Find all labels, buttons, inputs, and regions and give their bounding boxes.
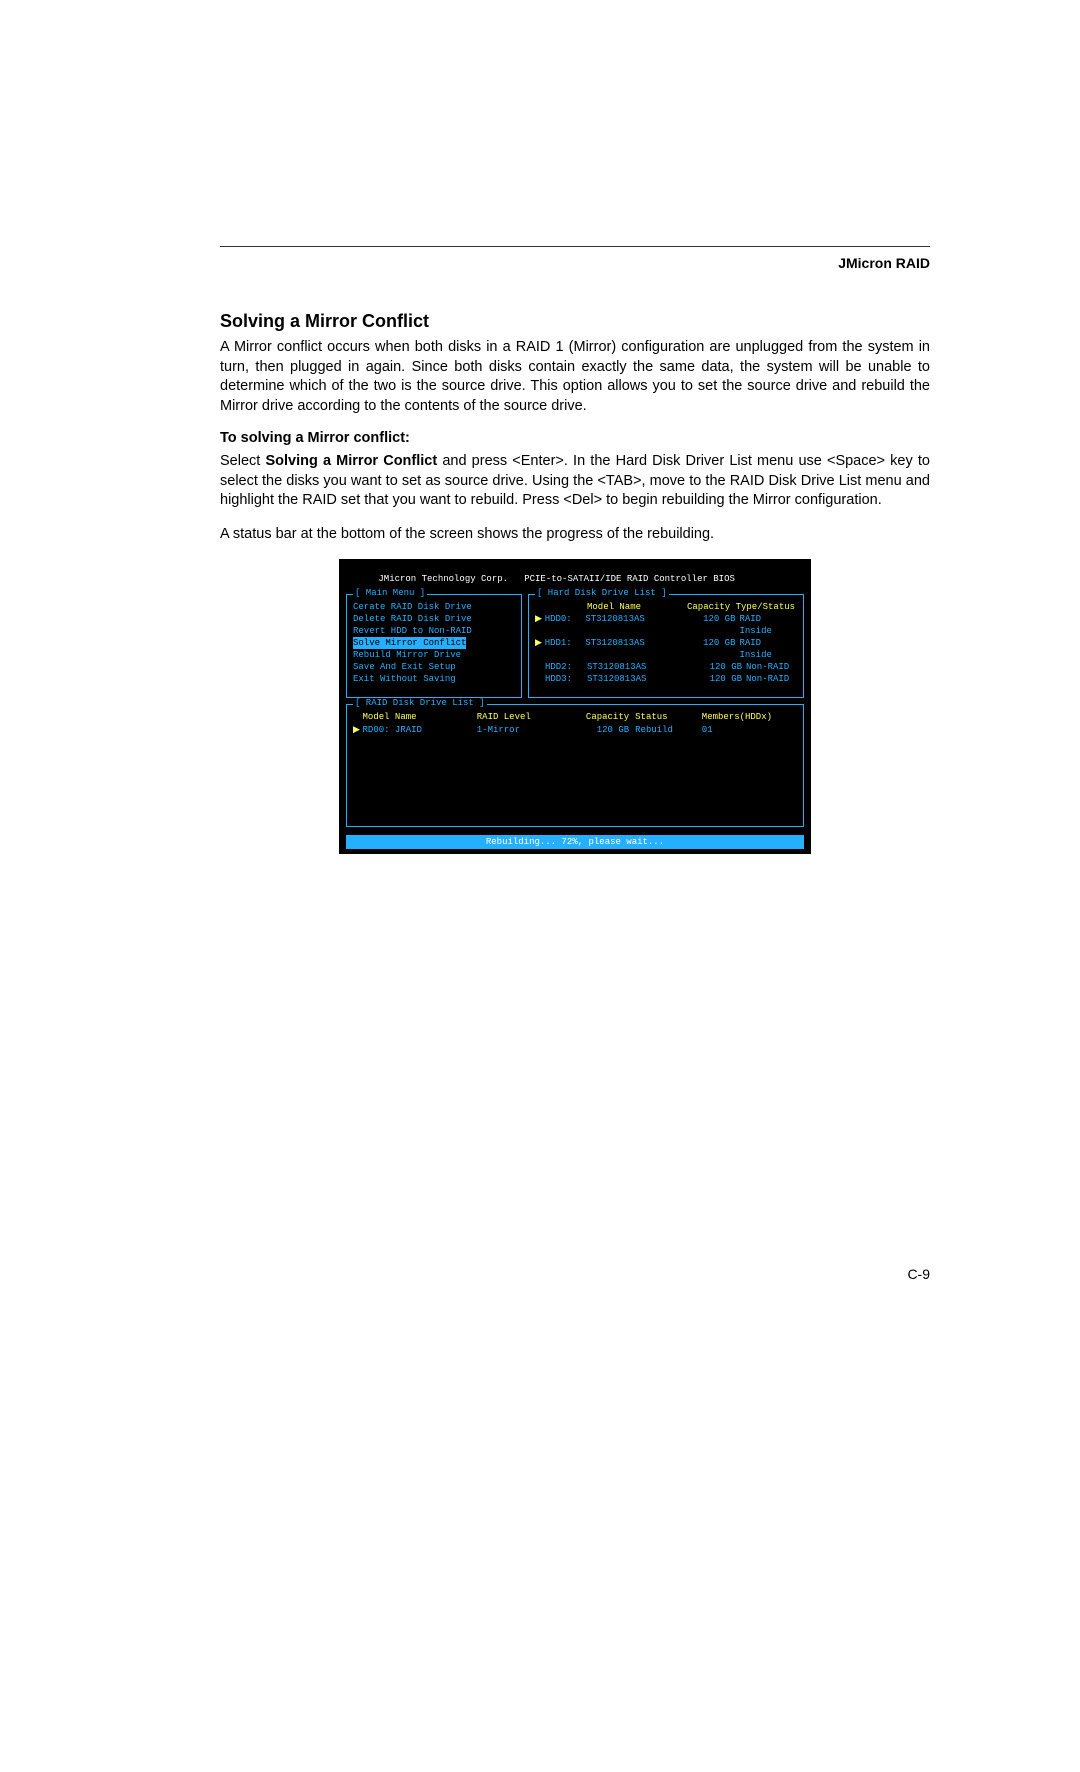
bios-controller: PCIE-to-SATAII/IDE RAID Controller BIOS bbox=[524, 574, 735, 584]
hdd-status: Non-RAID bbox=[746, 673, 789, 685]
bios-menu-item-selected[interactable]: Solve Mirror Conflict bbox=[353, 637, 466, 649]
hdd-status: Non-RAID bbox=[746, 661, 789, 673]
hdd-id: HDD2: bbox=[545, 661, 587, 673]
marker-icon bbox=[535, 673, 545, 685]
bios-menu-item[interactable]: Revert HDD to Non-RAID bbox=[353, 625, 515, 637]
marker-icon bbox=[535, 661, 545, 673]
header-rule bbox=[220, 246, 930, 247]
raid-header-cap: Capacity bbox=[562, 711, 635, 723]
bios-hdd-panel: [ Hard Disk Drive List ] Model Name Capa… bbox=[528, 594, 804, 699]
bios-main-menu-title: [ Main Menu ] bbox=[353, 588, 427, 598]
bios-hdd-header-model: Model Name bbox=[587, 601, 687, 613]
section-title: Solving a Mirror Conflict bbox=[220, 311, 930, 332]
hdd-id: HDD0: bbox=[545, 613, 586, 637]
bios-vendor: JMicron Technology Corp. bbox=[378, 574, 508, 584]
marker-icon: ▶ bbox=[535, 613, 545, 637]
paragraph-2: Select Solving a Mirror Conflict and pre… bbox=[220, 452, 930, 511]
hdd-id: HDD1: bbox=[545, 637, 586, 661]
bios-hdd-panel-title: [ Hard Disk Drive List ] bbox=[535, 588, 669, 598]
p2-prefix: Select bbox=[220, 453, 265, 469]
hdd-model: ST3120813AS bbox=[587, 673, 687, 685]
raid-header-members: Members(HDDx) bbox=[702, 711, 797, 723]
hdd-status: RAID Inside bbox=[739, 613, 797, 637]
bios-menu-item[interactable]: Save And Exit Setup bbox=[353, 661, 515, 673]
raid-header-level: RAID Level bbox=[477, 711, 563, 723]
bios-screenshot: JMicron Technology Corp. PCIE-to-SATAII/… bbox=[339, 559, 811, 854]
marker-icon: ▶ bbox=[535, 637, 545, 661]
p2-bold: Solving a Mirror Conflict bbox=[265, 453, 437, 469]
bios-raid-panel: [ RAID Disk Drive List ] Model Name RAID… bbox=[346, 704, 804, 826]
header-title: JMicron RAID bbox=[220, 255, 930, 271]
bios-menu-item[interactable]: Rebuild Mirror Drive bbox=[353, 649, 515, 661]
bios-hdd-header-capstatus: Capacity Type/Status bbox=[687, 601, 795, 613]
hdd-cap: 120 GB bbox=[687, 673, 746, 685]
bios-hdd-row[interactable]: HDD2: ST3120813AS 120 GB Non-RAID bbox=[535, 661, 797, 673]
bios-hdd-row[interactable]: ▶ HDD0: ST3120813AS 120 GB RAID Inside bbox=[535, 613, 797, 637]
bios-hdd-row[interactable]: HDD3: ST3120813AS 120 GB Non-RAID bbox=[535, 673, 797, 685]
bios-menu-item[interactable]: Cerate RAID Disk Drive bbox=[353, 601, 515, 613]
bios-status-bar: Rebuilding... 72%, please wait... bbox=[346, 835, 804, 849]
hdd-cap: 120 GB bbox=[682, 613, 739, 637]
raid-level: 1-Mirror bbox=[477, 724, 563, 736]
raid-header-model: Model Name bbox=[363, 711, 477, 723]
hdd-cap: 120 GB bbox=[682, 637, 739, 661]
raid-status: Rebuild bbox=[635, 724, 702, 736]
hdd-id: HDD3: bbox=[545, 673, 587, 685]
raid-members: 01 bbox=[702, 724, 797, 736]
raid-header-status: Status bbox=[635, 711, 702, 723]
raid-model: RD00: JRAID bbox=[363, 724, 477, 736]
subheading: To solving a Mirror conflict: bbox=[220, 430, 930, 446]
bios-hdd-row[interactable]: ▶ HDD1: ST3120813AS 120 GB RAID Inside bbox=[535, 637, 797, 661]
hdd-model: ST3120813AS bbox=[587, 661, 687, 673]
hdd-cap: 120 GB bbox=[687, 661, 746, 673]
bios-raid-panel-title: [ RAID Disk Drive List ] bbox=[353, 698, 487, 708]
paragraph-3: A status bar at the bottom of the screen… bbox=[220, 525, 930, 545]
hdd-status: RAID Inside bbox=[739, 637, 797, 661]
page-number: C-9 bbox=[907, 1266, 930, 1282]
paragraph-1: A Mirror conflict occurs when both disks… bbox=[220, 338, 930, 416]
bios-menu-item[interactable]: Delete RAID Disk Drive bbox=[353, 613, 515, 625]
marker-icon: ▶ bbox=[353, 724, 363, 736]
bios-raid-row[interactable]: ▶ RD00: JRAID 1-Mirror 120 GB Rebuild 01 bbox=[353, 724, 797, 736]
hdd-model: ST3120813AS bbox=[585, 613, 682, 637]
bios-main-menu-panel: [ Main Menu ] Cerate RAID Disk Drive Del… bbox=[346, 594, 522, 699]
raid-cap: 120 GB bbox=[562, 724, 635, 736]
bios-menu-item[interactable]: Exit Without Saving bbox=[353, 673, 515, 685]
hdd-model: ST3120813AS bbox=[585, 637, 682, 661]
